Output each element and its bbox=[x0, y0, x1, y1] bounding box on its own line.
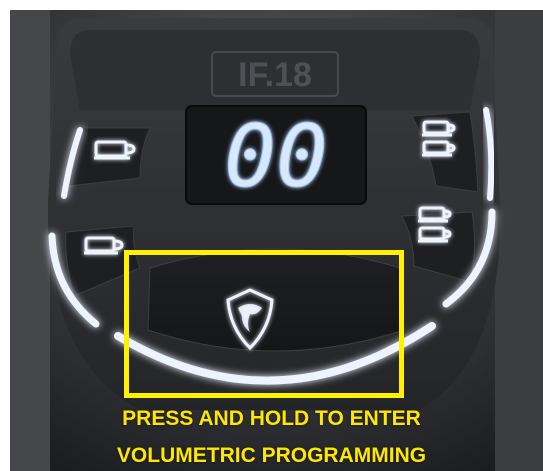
instruction-caption-line-1: PRESS AND HOLD TO ENTER bbox=[122, 407, 421, 430]
highlight-box bbox=[124, 250, 404, 398]
brand-logo-text: IF.18 bbox=[238, 56, 312, 94]
display-digits: 00 bbox=[224, 107, 328, 207]
instruction-caption-line-2: VOLUMETRIC PROGRAMMING bbox=[116, 444, 427, 467]
panel-graphic: IF.18 00 bbox=[0, 0, 543, 471]
control-panel-photo: IF.18 00 PRESS AND HOLD TO ENTER VOLUMET… bbox=[0, 0, 543, 471]
